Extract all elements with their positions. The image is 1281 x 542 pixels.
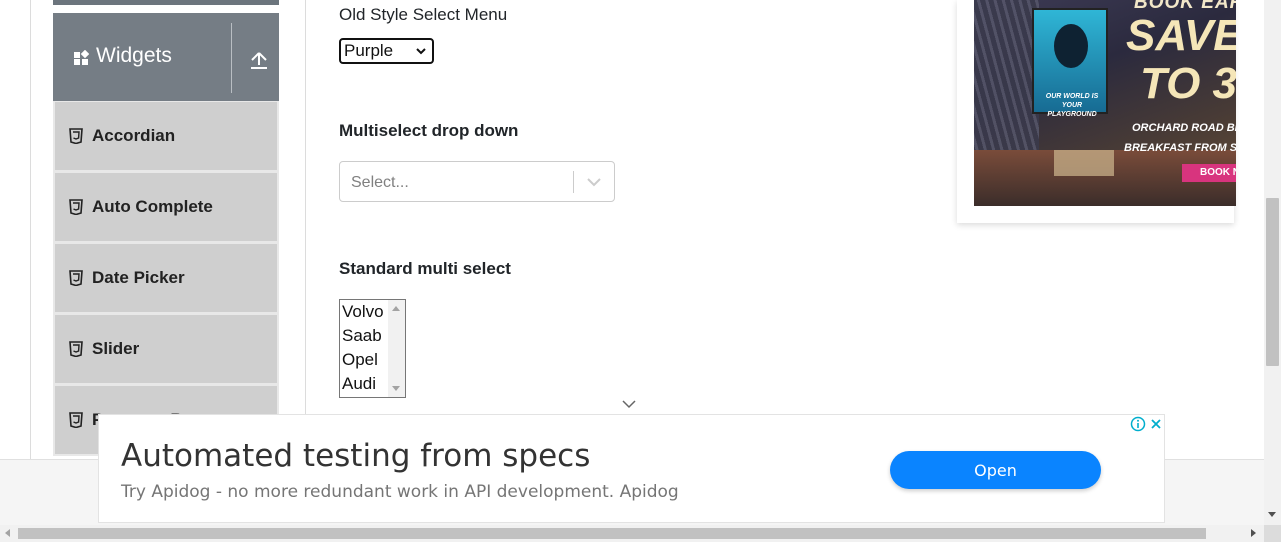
list-option[interactable]: Opel <box>342 350 378 370</box>
banner-open-button[interactable]: Open <box>890 451 1101 489</box>
ad-shopfront-graphic <box>1054 150 1114 176</box>
list-option[interactable]: Saab <box>342 326 382 346</box>
listbox-scrollbar[interactable] <box>388 300 405 397</box>
sidebar-item-label: Accordian <box>92 126 176 145</box>
chevron-down-icon <box>622 400 636 409</box>
banner-subtitle: Try Apidog - no more redundant work in A… <box>121 482 679 502</box>
previous-group-header[interactable] <box>53 0 279 5</box>
ad-image[interactable]: OUR WORLD IS YOUR PLAYGROUND BOOK EARLY … <box>974 0 1236 206</box>
sidebar-item-label: Date Picker <box>92 268 185 287</box>
header-divider <box>231 23 232 93</box>
horizontal-scrollbar[interactable] <box>0 525 1281 542</box>
sidebar-item-slider[interactable]: Slider <box>53 314 279 385</box>
multiselect-placeholder: Select... <box>351 174 409 191</box>
scroll-up-arrow-icon[interactable] <box>392 306 400 311</box>
banner-advertisement[interactable]: Automated testing from specs Try Apidog … <box>98 414 1165 523</box>
ad-book-now-button[interactable]: BOOK NOW <box>1182 164 1236 182</box>
html5-icon <box>69 270 83 286</box>
multiselect-dropdown[interactable]: Select... <box>339 161 615 202</box>
ad-headline-line1: SAVE UP <box>1126 11 1236 60</box>
sidebar-menu: Accordian Auto Complete Date Picker Slid… <box>53 101 279 456</box>
sidebar-item-date-picker[interactable]: Date Picker <box>53 243 279 314</box>
scroll-right-arrow-icon[interactable] <box>1251 529 1256 537</box>
ad-close-icon[interactable] <box>1148 416 1164 432</box>
chevron-down-icon <box>416 48 426 55</box>
side-advertisement[interactable]: OUR WORLD IS YOUR PLAYGROUND BOOK EARLY … <box>957 0 1236 223</box>
list-option[interactable]: Volvo <box>342 302 384 322</box>
ad-info-icon[interactable] <box>1130 416 1146 432</box>
widgets-icon <box>74 50 89 65</box>
sidebar-border-left <box>30 0 31 460</box>
html5-icon <box>69 128 83 144</box>
indicator-separator <box>573 171 574 193</box>
list-option[interactable]: Audi <box>342 374 376 394</box>
vertical-scrollbar[interactable] <box>1264 0 1281 525</box>
html5-icon <box>69 199 83 215</box>
ad-poster-figure <box>1054 24 1088 68</box>
ad-poster: OUR WORLD IS YOUR PLAYGROUND <box>1032 8 1108 118</box>
sidebar-group-label: Widgets <box>96 44 172 67</box>
scroll-left-arrow-icon[interactable] <box>5 529 10 537</box>
vertical-scroll-thumb[interactable] <box>1266 198 1279 366</box>
ad-poster-text: OUR WORLD IS YOUR PLAYGROUND <box>1045 93 1099 118</box>
html5-icon <box>69 341 83 357</box>
ad-subline2: BREAKFAST FROM SGD288++ <box>1124 142 1236 154</box>
horizontal-scroll-thumb[interactable] <box>18 528 1206 539</box>
multiselect-dropdown-label: Multiselect drop down <box>339 121 519 140</box>
ad-subline1: ORCHARD ROAD BLISS WITH <box>1132 122 1236 134</box>
sidebar-item-label: Auto Complete <box>92 197 213 216</box>
chevron-down-icon[interactable] <box>585 175 603 189</box>
scroll-down-arrow-icon[interactable] <box>392 386 400 391</box>
ad-headline-line2: TO 30% <box>1140 59 1236 108</box>
scrollbar-corner <box>1264 525 1281 542</box>
sidebar-item-auto-complete[interactable]: Auto Complete <box>53 172 279 243</box>
banner-title: Automated testing from specs <box>121 438 591 474</box>
old-style-select[interactable]: Purple <box>339 38 434 64</box>
sidebar-border-right <box>305 0 306 415</box>
old-select-label: Old Style Select Menu <box>339 5 508 24</box>
sidebar-item-label: Slider <box>92 339 140 358</box>
old-select-value: Purple <box>344 41 394 60</box>
sidebar-item-accordian[interactable]: Accordian <box>53 101 279 172</box>
sidebar-group-widgets[interactable]: Widgets <box>53 13 279 101</box>
upload-arrow-icon[interactable] <box>248 49 270 71</box>
standard-multi-select[interactable]: Volvo Saab Opel Audi <box>339 299 406 398</box>
standard-multi-select-label: Standard multi select <box>339 259 511 278</box>
scroll-down-arrow-icon[interactable] <box>1268 512 1276 517</box>
html5-icon <box>69 412 83 428</box>
